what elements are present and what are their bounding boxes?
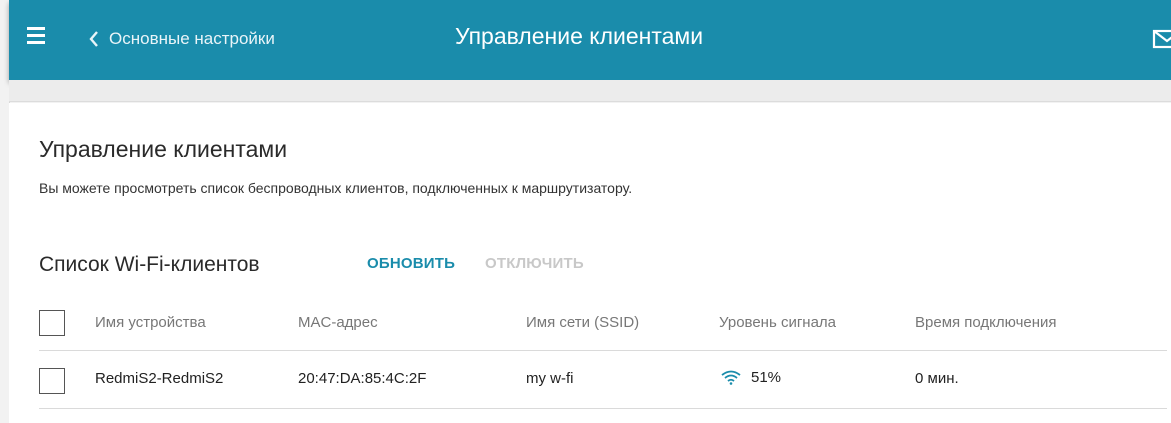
header-band: [9, 80, 1171, 102]
section-title: Управление клиентами: [39, 136, 288, 162]
wifi-icon: [721, 370, 741, 385]
column-ssid: Имя сети (SSID): [526, 314, 640, 331]
header-divider: [39, 350, 1167, 351]
menu-icon[interactable]: [27, 27, 45, 45]
mail-icon[interactable]: [1152, 29, 1171, 49]
row-divider: [39, 408, 1167, 409]
refresh-button[interactable]: ОБНОВИТЬ: [367, 255, 455, 272]
top-header: Основные настройки Управление клиентами: [9, 0, 1171, 80]
clients-list-title: Список Wi-Fi-клиентов: [39, 253, 260, 276]
signal-cell: 51%: [721, 369, 781, 386]
signal-value: 51%: [751, 369, 782, 386]
mac-cell: 20:47:DA:85:4C:2F: [298, 370, 427, 387]
ssid-cell: my w-fi: [526, 370, 574, 387]
device-name-cell: RedmiS2-RedmiS2: [95, 370, 224, 387]
back-link[interactable]: Основные настройки: [89, 26, 275, 52]
row-checkbox[interactable]: [39, 368, 65, 394]
section-description: Вы можете просмотреть список беспроводны…: [39, 180, 633, 196]
chevron-left-icon: [89, 31, 98, 47]
select-all-checkbox[interactable]: [39, 310, 65, 336]
content-card: Управление клиентами Вы можете просмотре…: [9, 103, 1171, 423]
column-connected-time: Время подключения: [915, 314, 1057, 331]
connected-time-cell: 0 мин.: [915, 370, 959, 387]
column-signal: Уровень сигнала: [719, 314, 837, 331]
column-device-name: Имя устройства: [95, 314, 206, 331]
page-title: Управление клиентами: [455, 23, 704, 49]
disconnect-button[interactable]: ОТКЛЮЧИТЬ: [485, 255, 584, 272]
back-link-label: Основные настройки: [109, 29, 275, 48]
column-mac: MAC-адрес: [298, 314, 378, 331]
